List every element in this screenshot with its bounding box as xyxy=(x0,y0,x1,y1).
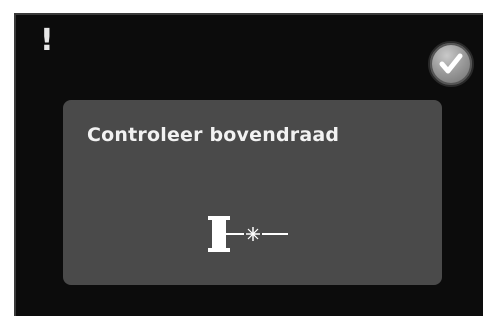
message-panel: Controleer bovendraad xyxy=(63,100,442,285)
exclamation-icon: ! xyxy=(40,23,54,58)
checkmark-icon xyxy=(439,53,463,74)
machine-screen: ! Controleer bovendraad xyxy=(14,13,483,316)
confirm-button[interactable] xyxy=(428,41,474,87)
upper-thread-icon xyxy=(208,216,288,252)
message-text: Controleer bovendraad xyxy=(87,124,340,146)
